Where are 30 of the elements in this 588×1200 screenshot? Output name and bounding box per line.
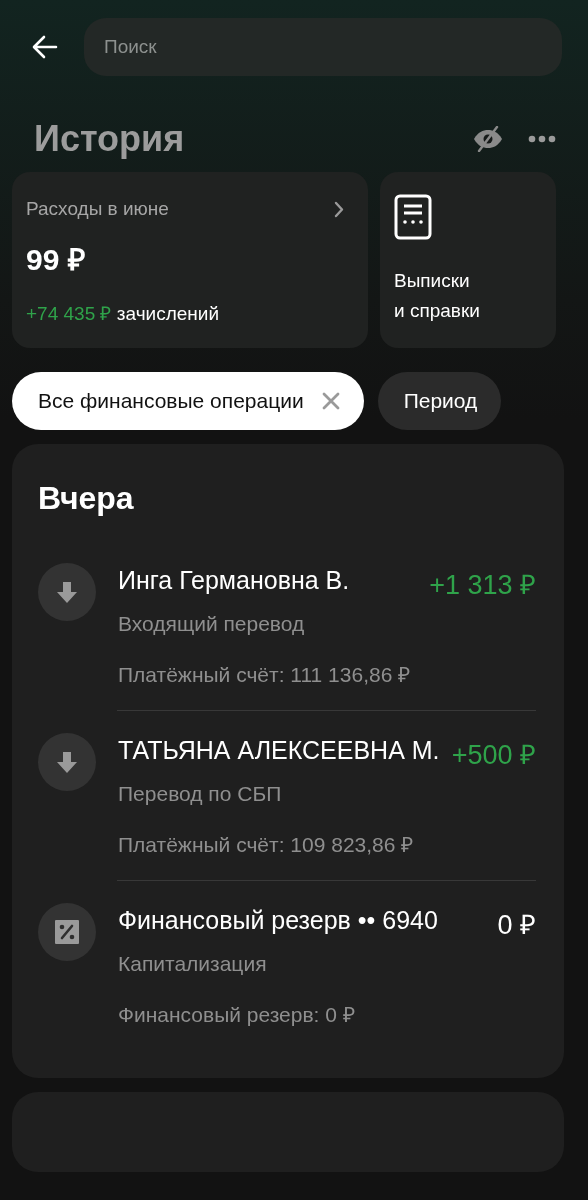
account-balance: Финансовый резерв: 0 ₽ [118, 1002, 356, 1028]
percent-icon [52, 917, 82, 947]
statements-label: Выписки и справки [394, 269, 481, 323]
account-balance: Платёжный счёт: 109 823,86 ₽ [118, 832, 415, 858]
income-amount: +74 435 ₽ [26, 303, 112, 324]
more-icon[interactable] [528, 135, 556, 143]
page-title: История [34, 118, 186, 160]
section-title: Вчера [38, 480, 135, 517]
document-icon [394, 194, 432, 240]
transaction-type: Перевод по СБП [118, 782, 283, 806]
income-label: зачислений [116, 303, 220, 324]
spending-card[interactable]: Расходы в июне 99 ₽ +74 435 ₽ зачислений [12, 172, 368, 348]
transaction-type: Капитализация [118, 952, 268, 976]
filter-chip[interactable]: Все финансовые операции [12, 372, 364, 430]
transaction-name[interactable]: ТАТЬЯНА АЛЕКСЕЕВНА М. [118, 735, 440, 766]
statements-card[interactable]: Выписки и справки [380, 172, 556, 348]
transaction-name[interactable]: Инга Германовна В. [118, 565, 418, 596]
transaction-type: Входящий перевод [118, 612, 306, 636]
transaction-amount: 0 ₽ [497, 909, 536, 942]
eye-crossed-icon[interactable] [472, 126, 504, 152]
spending-amount: 99 ₽ [26, 242, 86, 278]
transaction-name[interactable]: Финансовый резерв •• 6940 [118, 905, 486, 936]
close-icon[interactable] [321, 392, 340, 410]
search-field[interactable]: Поиск [84, 18, 562, 76]
chevron-right-icon [334, 200, 344, 218]
spending-label: Расходы в июне [26, 198, 169, 220]
transaction-amount: +500 ₽ [451, 739, 536, 772]
account-balance: Платёжный счёт: 111 136,86 ₽ [118, 662, 412, 688]
transaction-amount: +1 313 ₽ [429, 569, 536, 602]
filter-chip[interactable]: Период [377, 372, 502, 430]
